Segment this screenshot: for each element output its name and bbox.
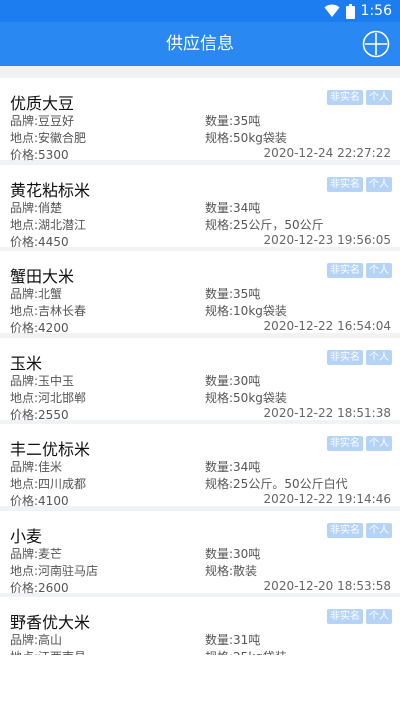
publish-date: 2020-12-24 22:27:22: [263, 146, 391, 160]
product-name: 小麦: [10, 526, 43, 546]
status-icons: 1:56: [324, 2, 392, 20]
product-brand: 品牌:俏楚: [10, 200, 63, 215]
product-spec: 规格:散装: [205, 563, 258, 578]
publish-date: 2020-12-23 19:56:05: [263, 232, 391, 247]
product-location: 地点:四川成都: [10, 477, 87, 491]
add-button[interactable]: [362, 30, 390, 58]
product-location: 地点:河南驻马店: [10, 563, 99, 578]
personal-badge: 个人: [366, 609, 392, 624]
personal-badge: 个人: [366, 176, 392, 192]
unverified-badge: 非实名: [327, 90, 363, 105]
personal-badge: 个人: [366, 522, 392, 538]
supply-card[interactable]: 丰二优标米 非实名 个人品牌:佳米地点:四川成都 价格:4100 数量:34吨规格:25…: [0, 424, 400, 508]
product-quantity: 数量:35吨: [205, 287, 261, 301]
product-spec: 规格:25公斤，50公斤: [205, 217, 324, 232]
badge-group: 非实名 个人: [327, 349, 392, 365]
product-price: 价格:4200: [10, 321, 69, 335]
supply-card[interactable]: 优质大豆 非实名 个人品牌:豆豆好 地点:安徽合肥 价格:5300 数量:35吨规格:50…: [0, 78, 400, 162]
product-quantity: 数量:34吨: [205, 460, 261, 474]
badge-group: 非实名 个人: [327, 263, 392, 278]
unverified-badge: 非实名: [327, 609, 363, 624]
supply-card[interactable]: 蟹田大米 非实名 个人品牌:北蟹地点:吉林长春 价格:4200 数量:35吨规格:10k…: [0, 251, 400, 335]
publish-date: 2020-12-22 19:14:46: [263, 492, 391, 506]
product-location: 地点:吉林长春: [10, 304, 87, 318]
page-title: 供应信息: [166, 34, 234, 54]
product-name: 黄花粘标米: [10, 180, 91, 200]
product-location: 地点:河北邯郸: [10, 390, 87, 405]
badge-group: 非实名 个人: [327, 436, 392, 451]
product-name: 丰二优标米: [10, 440, 91, 459]
unverified-badge: 非实名: [327, 436, 363, 451]
product-brand: 品牌:佳米: [10, 460, 63, 474]
product-brand: 品牌:豆豆好: [10, 114, 75, 128]
product-price: 价格:2600: [10, 580, 69, 595]
publish-date: 2020-12-22 18:51:38: [263, 405, 391, 420]
product-brand: 品牌:高山: [10, 633, 63, 647]
product-quantity: 数量:35吨: [205, 114, 261, 128]
product-location: 地点:江西南昌: [10, 648, 86, 655]
badge-group: 非实名 个人: [327, 176, 392, 192]
supply-card[interactable]: 野香优大米非实名个人品牌:高山地点:江西南昌价格:4450数量:31吨规格:25…: [0, 597, 400, 655]
badge-group: 非实名 个人: [327, 522, 392, 538]
unverified-badge: 非实名: [327, 522, 363, 538]
product-quantity: 数量:30吨: [205, 546, 261, 561]
badge-group: 非实名 个人: [327, 90, 392, 105]
battery-icon: [345, 3, 355, 19]
status-time: 1:56: [360, 3, 392, 19]
product-spec: 规格:50kg袋装: [205, 390, 287, 405]
badge-group: 非实名 个人: [327, 609, 392, 624]
product-name: 蟹田大米: [10, 267, 75, 286]
personal-badge: 个人: [366, 349, 392, 365]
personal-badge: 个人: [366, 263, 392, 278]
product-brand: 品牌:麦芒: [10, 546, 63, 561]
product-quantity: 数量:31吨: [205, 633, 261, 647]
product-location: 地点:安徽合肥: [10, 131, 87, 145]
product-price: 价格:4450: [10, 234, 69, 249]
product-spec: 规格:10kg袋装: [205, 304, 287, 318]
product-quantity: 数量:34吨: [205, 200, 261, 215]
personal-badge: 个人: [366, 436, 392, 451]
product-spec: 规格:25kg袋装: [205, 648, 287, 655]
wifi-icon: [324, 4, 340, 18]
product-name: 优质大豆: [10, 94, 75, 113]
bottom-area: [0, 655, 400, 710]
product-spec: 规格:50kg袋装: [205, 131, 287, 145]
status-bar: 1:56: [0, 0, 400, 22]
supply-card[interactable]: 黄花粘标米 非实名 个人品牌:俏楚地点:湖北潜江 价格:4450 数量:34吨规格:25…: [0, 164, 400, 249]
product-price: 价格:5300: [10, 148, 69, 162]
product-brand: 品牌:玉中玉: [10, 373, 75, 388]
app-bar: 供应信息: [0, 22, 400, 66]
unverified-badge: 非实名: [327, 176, 363, 192]
product-name: 玉米: [10, 353, 43, 373]
product-location: 地点:湖北潜江: [10, 217, 87, 232]
product-price: 价格:4100: [10, 494, 69, 508]
add-circle-icon: [362, 30, 390, 58]
supply-card[interactable]: 玉米 非实名 个人品牌:玉中玉 地点:河北邯郸 价格:2550 数量:30吨规格:50kg…: [0, 337, 400, 422]
publish-date: 2020-12-20 18:53:58: [263, 578, 391, 593]
product-name: 野香优大米: [10, 613, 91, 632]
product-price: 价格:2550: [10, 407, 69, 422]
supply-list[interactable]: 优质大豆 非实名 个人 品牌:豆豆好 地点:安徽合肥 价格:5300 数量:35吨 规格:50…: [0, 66, 400, 655]
product-quantity: 数量:30吨: [205, 373, 261, 388]
publish-date: 2020-12-22 16:54:04: [263, 319, 391, 333]
unverified-badge: 非实名: [327, 263, 363, 278]
unverified-badge: 非实名: [327, 349, 363, 365]
product-brand: 品牌:北蟹: [10, 287, 63, 301]
personal-badge: 个人: [366, 90, 392, 105]
product-spec: 规格:25公斤。50公斤白代: [205, 477, 348, 491]
supply-card[interactable]: 小麦 非实名 个人品牌:麦芒地点:河南驻马店 价格:2600 数量:30吨 规格:散装 20…: [0, 510, 400, 595]
